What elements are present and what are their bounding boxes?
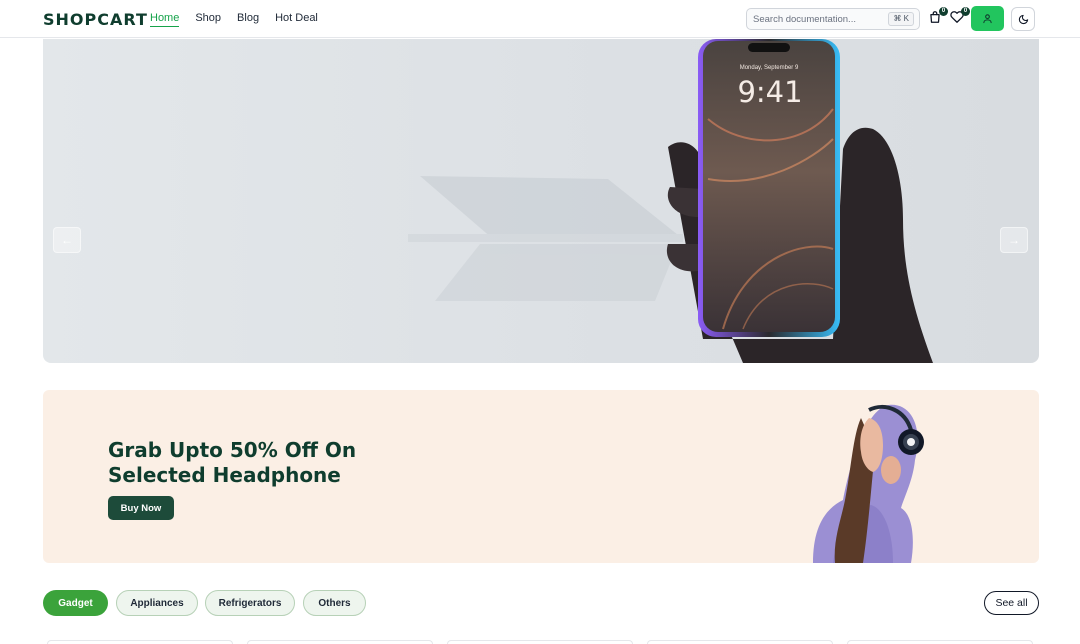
- promo-banner: Grab Upto 50% Off On Selected Headphone …: [43, 390, 1039, 563]
- wishlist-button[interactable]: 0: [950, 7, 970, 26]
- headphone-model-image: [813, 404, 924, 563]
- arrow-left-icon: ←: [61, 233, 73, 247]
- category-tab-others[interactable]: Others: [303, 590, 366, 616]
- brand-logo[interactable]: SHOPCART: [43, 10, 148, 29]
- nav-item-blog[interactable]: Blog: [237, 12, 259, 27]
- product-card[interactable]: [247, 640, 433, 644]
- category-tab-refrigerators[interactable]: Refrigerators: [205, 590, 295, 616]
- carousel-next-button[interactable]: →: [1000, 227, 1028, 253]
- product-card[interactable]: [47, 640, 233, 644]
- carousel-prev-button[interactable]: ←: [53, 227, 81, 253]
- user-icon: [983, 14, 992, 24]
- phone-date-text: Monday, September 9: [740, 65, 799, 71]
- hero-image: Monday, September 9 9:41: [408, 39, 933, 363]
- nav-item-home[interactable]: Home: [150, 12, 180, 27]
- product-card[interactable]: [847, 640, 1033, 644]
- search-input[interactable]: Search documentation... ⌘ K: [746, 8, 920, 30]
- see-all-button[interactable]: See all: [984, 591, 1039, 615]
- theme-toggle-button[interactable]: [1011, 7, 1035, 31]
- phone-time-text: 9:41: [737, 75, 802, 109]
- nav-item-shop[interactable]: Shop: [195, 12, 221, 27]
- main-nav: Home Shop Blog Hot Deal: [150, 12, 318, 27]
- product-card[interactable]: [647, 640, 833, 644]
- moon-icon: [1018, 14, 1028, 24]
- promo-title-line-2: Selected Headphone: [108, 463, 341, 487]
- nav-item-hot-deal[interactable]: Hot Deal: [275, 12, 318, 27]
- category-tab-appliances[interactable]: Appliances: [116, 590, 198, 616]
- search-placeholder: Search documentation...: [753, 14, 856, 25]
- cart-count-badge: 0: [939, 7, 948, 16]
- category-tab-gadget[interactable]: Gadget: [43, 590, 108, 616]
- site-header: SHOPCART Home Shop Blog Hot Deal Search …: [0, 0, 1080, 38]
- laptop-shape: [408, 176, 683, 301]
- buy-now-button[interactable]: Buy Now: [108, 496, 174, 520]
- user-account-button[interactable]: [971, 6, 1004, 31]
- promo-title-line-1: Grab Upto 50% Off On: [108, 438, 357, 462]
- product-card[interactable]: [447, 640, 633, 644]
- cart-button[interactable]: 0: [928, 7, 948, 26]
- promo-title: Grab Upto 50% Off On Selected Headphone: [108, 438, 428, 488]
- arrow-right-icon: →: [1008, 233, 1020, 247]
- wishlist-count-badge: 0: [961, 7, 970, 16]
- hero-carousel: Monday, September 9 9:41 ← →: [43, 39, 1039, 363]
- search-shortcut: ⌘ K: [888, 12, 914, 26]
